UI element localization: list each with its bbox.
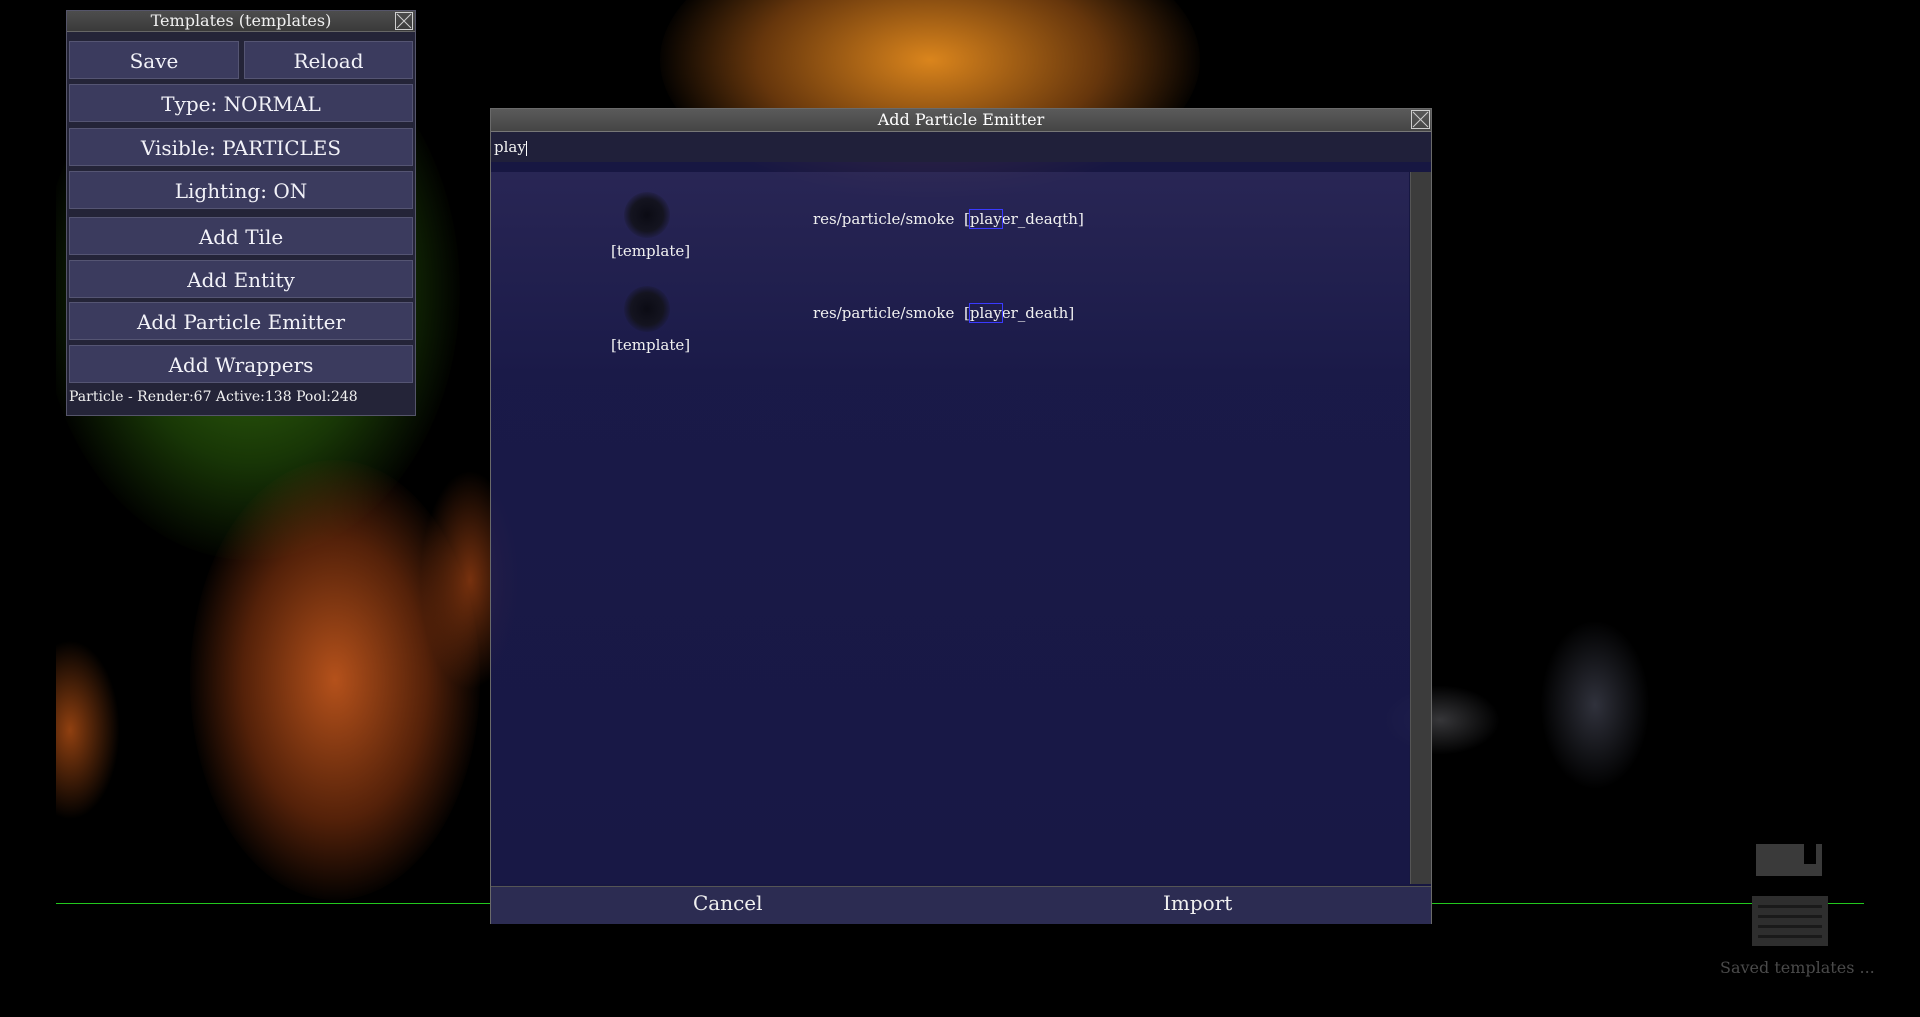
smoke-thumbnail — [624, 286, 670, 332]
grey-smoke-blob — [1540, 620, 1650, 790]
emitter-path: res/particle/smoke — [813, 210, 955, 228]
add-tile-button[interactable]: Add Tile — [69, 217, 413, 255]
template-label: [template] — [611, 242, 691, 260]
search-match-highlight: play — [968, 303, 1003, 323]
close-icon[interactable] — [1411, 110, 1430, 129]
template-label: [template] — [611, 336, 691, 354]
saved-templates-panel[interactable]: Saved templates ... — [1720, 840, 1920, 990]
saved-templates-label: Saved templates ... — [1720, 958, 1875, 977]
emitter-name: [player_deaqth] — [964, 209, 1084, 229]
dialog-title-bar: Add Particle Emitter — [491, 109, 1431, 132]
results-list[interactable]: [template] res/particle/smoke [player_de… — [491, 172, 1409, 884]
dialog-title-text: Add Particle Emitter — [877, 110, 1045, 129]
add-particle-emitter-button[interactable]: Add Particle Emitter — [69, 302, 413, 340]
text-caret — [526, 141, 527, 156]
save-icon[interactable] — [1756, 844, 1822, 876]
emitter-name: [player_death] — [964, 303, 1075, 323]
type-toggle-button[interactable]: Type: NORMAL — [69, 84, 413, 122]
save-button[interactable]: Save — [69, 41, 239, 79]
list-icon-line — [1758, 905, 1822, 908]
close-icon[interactable] — [395, 12, 413, 30]
import-button[interactable]: Import — [1163, 891, 1232, 915]
templates-window-title: Templates (templates) — [67, 11, 415, 32]
list-icon-line — [1758, 915, 1822, 918]
save-icon-notch — [1804, 844, 1816, 864]
search-input[interactable] — [494, 136, 1394, 158]
add-entity-button[interactable]: Add Entity — [69, 260, 413, 298]
templates-window-title-text: Templates (templates) — [150, 11, 332, 30]
cancel-button[interactable]: Cancel — [693, 891, 763, 915]
results-scrollbar[interactable] — [1410, 172, 1431, 884]
name-bracket: [ — [964, 304, 970, 322]
list-icon[interactable] — [1752, 896, 1828, 946]
add-wrappers-button[interactable]: Add Wrappers — [69, 345, 413, 383]
name-rest: er_deaqth] — [1001, 210, 1084, 228]
templates-window: Templates (templates) Save Reload Type: … — [66, 10, 416, 416]
name-rest: er_death] — [1001, 304, 1075, 322]
visible-toggle-button[interactable]: Visible: PARTICLES — [69, 128, 413, 166]
smoke-thumbnail — [624, 192, 670, 238]
lighting-toggle-button[interactable]: Lighting: ON — [69, 171, 413, 209]
name-bracket: [ — [964, 210, 970, 228]
particle-status-text: Particle - Render:67 Active:138 Pool:248 — [69, 389, 358, 405]
list-icon-line — [1758, 935, 1822, 938]
reload-button[interactable]: Reload — [244, 41, 413, 79]
list-item[interactable]: [template] res/particle/smoke [player_de… — [491, 172, 1409, 262]
search-match-highlight: play — [968, 209, 1003, 229]
list-item[interactable]: [template] res/particle/smoke [player_de… — [491, 266, 1409, 356]
dialog-footer: Cancel Import — [491, 886, 1431, 924]
list-icon-line — [1758, 925, 1822, 928]
add-particle-emitter-dialog: Add Particle Emitter [template] res/part… — [490, 108, 1432, 924]
search-row — [491, 132, 1431, 162]
emitter-path: res/particle/smoke — [813, 304, 955, 322]
left-edge-shade — [0, 0, 56, 1017]
